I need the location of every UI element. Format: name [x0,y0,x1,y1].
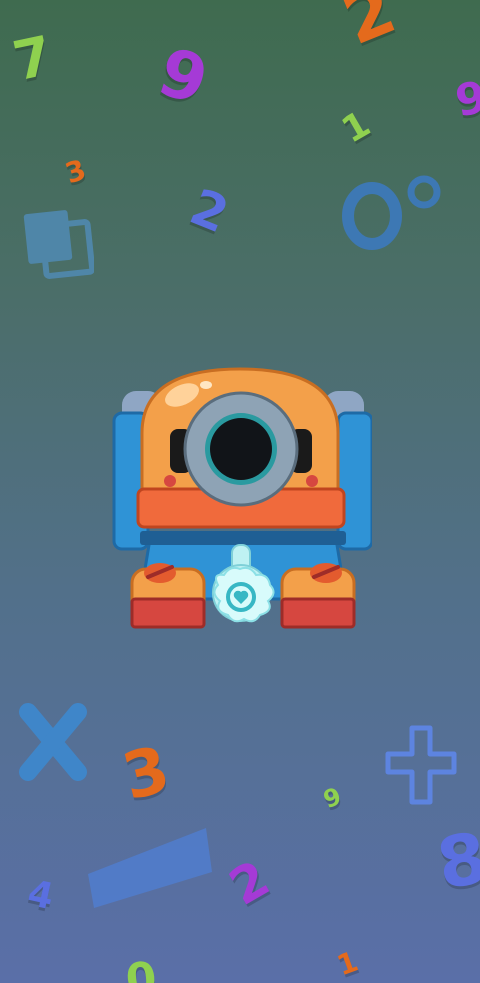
multiply-icon [16,702,90,782]
number-3-small-glyph: 3 [61,152,90,191]
number-2-glyph: 2 [332,0,407,62]
number-9-green-glyph: 9 [319,781,345,815]
degree-icon [340,172,444,252]
robot-cannon-mascot[interactable] [110,365,372,630]
square-stack-icon [22,206,96,282]
number-0-glyph: 0 [123,952,160,983]
number-2-purple-glyph: 2 [219,849,279,917]
number-1-glyph: 1 [335,103,378,152]
number-8-glyph: 8 [431,816,480,906]
number-7-glyph: 7 [7,23,58,94]
number-1-orange-glyph: 1 [332,944,363,983]
number-2-blue-glyph: 2 [182,177,237,245]
number-4-glyph: 4 [24,872,58,919]
number-9-glyph: 9 [149,32,217,121]
number-9-edge-glyph: 9 [451,71,480,128]
parallelogram-icon [82,820,214,912]
number-3-orange-glyph: 3 [115,732,177,816]
plus-icon [380,720,462,810]
game-background: 7 2 9 9 1 3 2 3 9 8 4 2 1 0 [0,0,480,983]
